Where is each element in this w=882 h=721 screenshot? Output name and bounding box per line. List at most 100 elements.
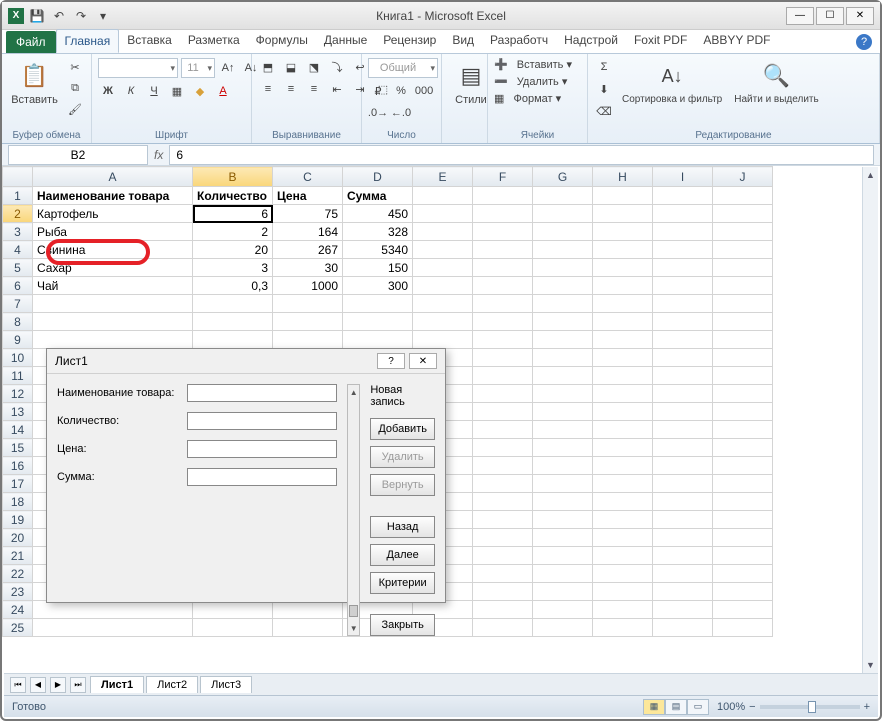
cell[interactable] bbox=[533, 277, 593, 295]
cell[interactable] bbox=[473, 187, 533, 205]
form-scroll-thumb[interactable] bbox=[349, 605, 358, 617]
cell[interactable] bbox=[533, 511, 593, 529]
row-header[interactable]: 21 bbox=[3, 547, 33, 565]
cell[interactable] bbox=[533, 619, 593, 637]
form-button-далее[interactable]: Далее bbox=[370, 544, 435, 566]
cell[interactable] bbox=[713, 331, 773, 349]
cell[interactable] bbox=[533, 367, 593, 385]
cell[interactable] bbox=[343, 313, 413, 331]
fx-icon[interactable]: fx bbox=[154, 148, 163, 162]
autosum-icon[interactable]: Σ bbox=[594, 58, 614, 76]
cell[interactable] bbox=[473, 349, 533, 367]
cell[interactable] bbox=[473, 457, 533, 475]
sheet-tab[interactable]: Лист2 bbox=[146, 676, 198, 693]
cell[interactable] bbox=[473, 205, 533, 223]
cell[interactable] bbox=[593, 583, 653, 601]
row-header[interactable]: 4 bbox=[3, 241, 33, 259]
cell[interactable]: 20 bbox=[193, 241, 273, 259]
cell[interactable] bbox=[713, 457, 773, 475]
cell[interactable]: 328 bbox=[343, 223, 413, 241]
column-header[interactable]: J bbox=[713, 167, 773, 187]
cell[interactable] bbox=[713, 565, 773, 583]
form-field-input-3[interactable] bbox=[187, 468, 337, 486]
cell[interactable]: Свинина bbox=[33, 241, 193, 259]
cell[interactable] bbox=[193, 295, 273, 313]
normal-view-button[interactable]: ▦ bbox=[643, 699, 665, 715]
ribbon-tab-10[interactable]: ABBYY PDF bbox=[695, 29, 778, 53]
cell[interactable]: 450 bbox=[343, 205, 413, 223]
cell[interactable] bbox=[653, 601, 713, 619]
cell[interactable] bbox=[713, 439, 773, 457]
ribbon-tab-2[interactable]: Разметка bbox=[180, 29, 248, 53]
cell[interactable]: 0,3 bbox=[193, 277, 273, 295]
help-icon[interactable]: ? bbox=[856, 34, 872, 50]
cell[interactable] bbox=[593, 421, 653, 439]
align-right-icon[interactable]: ≡ bbox=[304, 80, 324, 98]
column-header[interactable]: D bbox=[343, 167, 413, 187]
cell[interactable] bbox=[473, 619, 533, 637]
cell[interactable] bbox=[653, 295, 713, 313]
row-header[interactable]: 7 bbox=[3, 295, 33, 313]
cell[interactable]: Чай bbox=[33, 277, 193, 295]
cell[interactable] bbox=[473, 583, 533, 601]
cell[interactable] bbox=[473, 421, 533, 439]
cell[interactable] bbox=[413, 205, 473, 223]
cell[interactable] bbox=[653, 241, 713, 259]
italic-icon[interactable]: К bbox=[121, 82, 141, 100]
cell[interactable] bbox=[33, 331, 193, 349]
vertical-scrollbar[interactable]: ▲ ▼ bbox=[862, 167, 878, 673]
row-header[interactable]: 24 bbox=[3, 601, 33, 619]
copy-icon[interactable]: ⧉ bbox=[65, 79, 85, 97]
cell[interactable]: Наименование товара bbox=[33, 187, 193, 205]
align-left-icon[interactable]: ≡ bbox=[258, 80, 278, 98]
cell[interactable] bbox=[593, 439, 653, 457]
cell[interactable] bbox=[473, 511, 533, 529]
cell[interactable] bbox=[593, 295, 653, 313]
cell[interactable] bbox=[653, 349, 713, 367]
cell[interactable] bbox=[593, 385, 653, 403]
cell[interactable] bbox=[533, 349, 593, 367]
cell[interactable] bbox=[533, 439, 593, 457]
ribbon-tab-4[interactable]: Данные bbox=[316, 29, 375, 53]
cell[interactable] bbox=[593, 367, 653, 385]
font-size-select[interactable]: 11 bbox=[181, 58, 215, 78]
cell[interactable] bbox=[713, 313, 773, 331]
row-header[interactable]: 3 bbox=[3, 223, 33, 241]
cell[interactable] bbox=[713, 223, 773, 241]
delete-cells-button[interactable]: ➖ Удалить ▾ bbox=[494, 75, 567, 88]
align-top-icon[interactable]: ⬒ bbox=[258, 58, 278, 76]
cell[interactable] bbox=[653, 583, 713, 601]
cell[interactable] bbox=[593, 349, 653, 367]
paste-button[interactable]: 📋 Вставить bbox=[8, 58, 61, 108]
cell[interactable] bbox=[713, 511, 773, 529]
sheet-nav-first[interactable]: ⏮ bbox=[10, 677, 26, 693]
form-scroll-up-icon[interactable]: ▲ bbox=[348, 385, 359, 399]
sheet-nav-next[interactable]: ▶ bbox=[50, 677, 66, 693]
number-format-select[interactable]: Общий bbox=[368, 58, 438, 78]
cell[interactable]: 30 bbox=[273, 259, 343, 277]
page-layout-view-button[interactable]: ▤ bbox=[665, 699, 687, 715]
cell[interactable] bbox=[473, 277, 533, 295]
sheet-tab[interactable]: Лист3 bbox=[200, 676, 252, 693]
form-field-input-2[interactable] bbox=[187, 440, 337, 458]
cell[interactable] bbox=[473, 259, 533, 277]
scroll-up-icon[interactable]: ▲ bbox=[863, 167, 878, 183]
column-header[interactable]: E bbox=[413, 167, 473, 187]
cell[interactable] bbox=[413, 331, 473, 349]
align-middle-icon[interactable]: ⬓ bbox=[281, 58, 301, 76]
name-box[interactable]: B2 bbox=[8, 145, 148, 165]
dialog-close-button[interactable]: ✕ bbox=[409, 353, 437, 369]
cell[interactable] bbox=[413, 241, 473, 259]
cell[interactable] bbox=[593, 187, 653, 205]
increase-font-icon[interactable]: A↑ bbox=[218, 59, 238, 77]
row-header[interactable]: 12 bbox=[3, 385, 33, 403]
cell[interactable] bbox=[713, 259, 773, 277]
cell[interactable] bbox=[653, 367, 713, 385]
cell[interactable] bbox=[473, 295, 533, 313]
cell[interactable]: 6 bbox=[193, 205, 273, 223]
cell[interactable] bbox=[593, 241, 653, 259]
cell[interactable] bbox=[533, 457, 593, 475]
fill-icon[interactable]: ⬇ bbox=[594, 80, 614, 98]
cell[interactable] bbox=[193, 313, 273, 331]
cell[interactable]: 150 bbox=[343, 259, 413, 277]
